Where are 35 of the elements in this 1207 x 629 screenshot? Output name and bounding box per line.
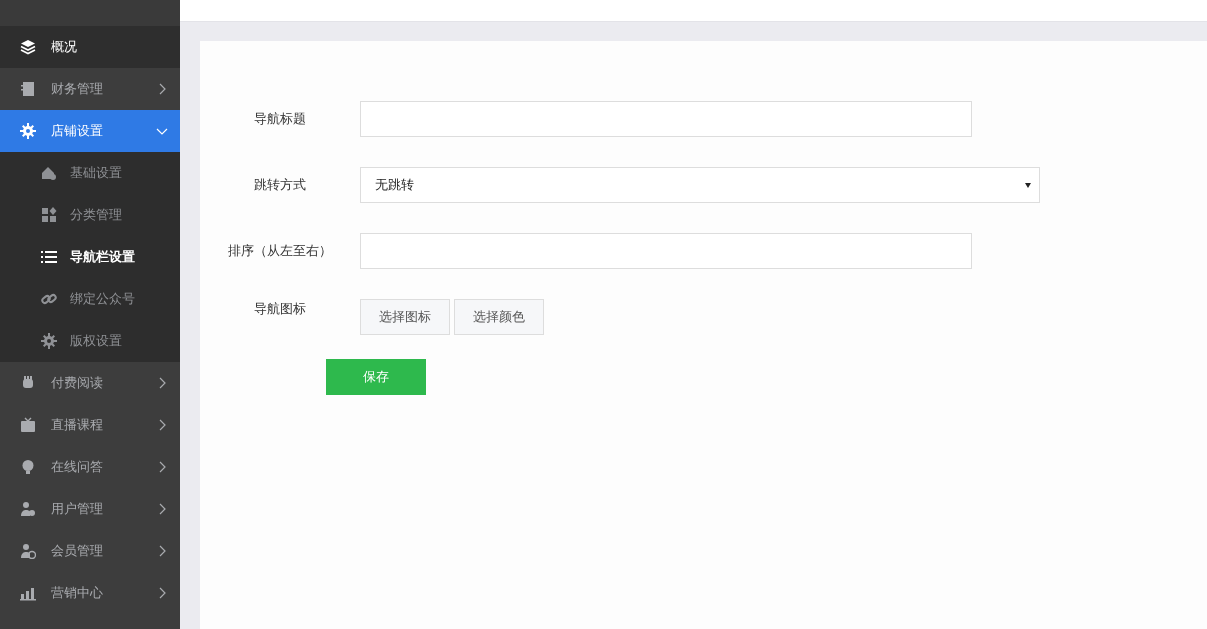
- link-icon: [41, 291, 57, 307]
- hand-icon: [20, 375, 36, 391]
- list-icon: [41, 249, 57, 265]
- choose-button[interactable]: 选择颜色: [454, 299, 544, 335]
- chart-icon: [20, 585, 36, 601]
- sidebar-item[interactable]: 在线问答: [0, 446, 180, 488]
- sidebar-item[interactable]: 概况: [0, 26, 180, 68]
- sidebar-subitem[interactable]: 基础设置: [0, 152, 180, 194]
- grid-icon: [41, 207, 57, 223]
- input-field[interactable]: [360, 101, 972, 137]
- sidebar-subitem[interactable]: 导航栏设置: [0, 236, 180, 278]
- select-field[interactable]: 无跳转: [360, 167, 1040, 203]
- caret-icon: [1025, 182, 1031, 188]
- sidebar-item[interactable]: 营销中心: [0, 572, 180, 614]
- sidebar-subitem[interactable]: 分类管理: [0, 194, 180, 236]
- sidebar-subitem[interactable]: 版权设置: [0, 320, 180, 362]
- sidebar-item[interactable]: 店铺设置: [0, 110, 180, 152]
- field-label: 排序（从左至右）: [227, 242, 333, 260]
- settings-icon: [41, 333, 57, 349]
- field-label: 跳转方式: [253, 176, 307, 194]
- field-label: 导航标题: [253, 110, 307, 128]
- settings-icon: [20, 123, 36, 139]
- sidebar-item[interactable]: 会员管理: [0, 530, 180, 572]
- field-label: 导航图标: [253, 300, 307, 318]
- input-field[interactable]: [360, 233, 972, 269]
- sidebar-subitem[interactable]: 绑定公众号: [0, 278, 180, 320]
- layers-icon: [20, 39, 36, 55]
- sidebar-item[interactable]: 直播课程: [0, 404, 180, 446]
- sidebar-item[interactable]: 财务管理: [0, 68, 180, 110]
- ledger-icon: [20, 81, 36, 97]
- save-button[interactable]: 保存: [326, 359, 426, 395]
- sidebar-item[interactable]: 用户管理: [0, 488, 180, 530]
- tv-icon: [20, 417, 36, 433]
- choose-button[interactable]: 选择图标: [360, 299, 450, 335]
- sidebar-item[interactable]: 付费阅读: [0, 362, 180, 404]
